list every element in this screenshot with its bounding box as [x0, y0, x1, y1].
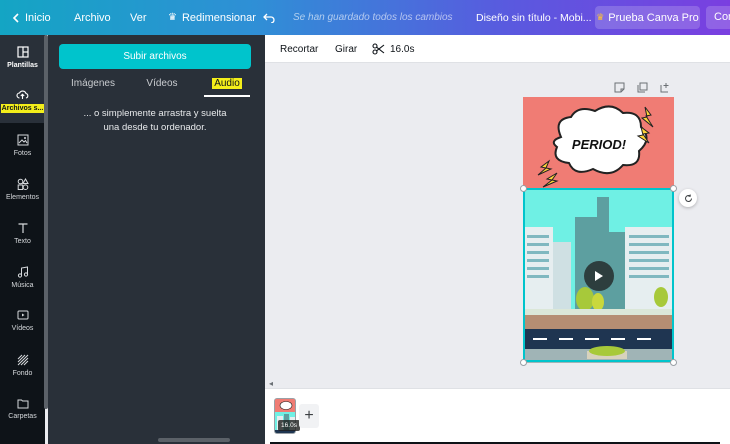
text-icon — [18, 222, 27, 233]
shapes-icon — [17, 177, 29, 190]
drop-hint: ... o simplemente arrastra y suelta una … — [59, 107, 251, 135]
file-menu[interactable]: Archivo — [74, 0, 111, 35]
sidebar-item-photos[interactable]: Fotos — [0, 123, 45, 167]
drop-hint-line1: ... o simplemente arrastra y suelta — [83, 108, 227, 119]
sidebar-item-label: Plantillas — [7, 61, 38, 69]
scissors-icon — [372, 43, 385, 55]
crown-icon: ♛ — [596, 12, 605, 22]
templates-icon — [16, 45, 29, 58]
trim-button[interactable]: 16.0s — [372, 35, 414, 63]
crop-button[interactable]: Recortar — [280, 35, 318, 63]
video-icon — [17, 310, 28, 320]
undo-button[interactable] — [263, 0, 275, 35]
save-status: Se han guardado todos los cambios — [293, 12, 453, 23]
resize-label: Redimensionar — [181, 11, 256, 24]
play-button[interactable] — [584, 261, 614, 291]
sidebar-item-folders[interactable]: Carpetas — [0, 387, 45, 431]
try-pro-button[interactable]: ♛ Prueba Canva Pro — [595, 6, 700, 29]
chevron-left-icon — [12, 12, 19, 23]
resize-handle[interactable] — [520, 359, 527, 366]
sidebar-item-background[interactable]: Fondo — [0, 343, 45, 387]
photo-icon — [17, 134, 28, 145]
panel-scrollbar[interactable] — [158, 438, 230, 442]
share-button[interactable]: Compartir — [706, 6, 730, 29]
resize-handle[interactable] — [670, 359, 677, 366]
resize-handle[interactable] — [670, 185, 677, 192]
editor-toolbar: Recortar Girar 16.0s — [265, 35, 730, 63]
sidebar-item-elements[interactable]: Elementos — [0, 167, 45, 211]
scroll-left-icon[interactable]: ◂ — [269, 379, 273, 388]
page-timeline: 16.0s + — [265, 388, 730, 444]
sidebar-item-uploads[interactable]: Archivos s... — [0, 79, 45, 123]
sidebar-item-label: Vídeos — [11, 325, 34, 332]
tab-audio[interactable]: Audio — [204, 77, 250, 97]
home-button[interactable]: Inicio — [12, 0, 51, 35]
sidebar-item-label: Texto — [14, 237, 31, 245]
resize-button[interactable]: ♛ Redimensionar — [168, 0, 256, 35]
add-page-top-button[interactable] — [660, 80, 671, 93]
tab-videos[interactable]: Vídeos — [139, 77, 185, 97]
sidebar-item-label: Música — [11, 281, 34, 289]
sidebar-rail: Plantillas Archivos s... Fotos Elementos… — [0, 35, 45, 444]
add-page-button[interactable]: + — [299, 404, 319, 428]
add-page-icon — [660, 83, 669, 93]
sidebar-item-label: Carpetas — [8, 413, 37, 420]
sidebar-item-label: Fotos — [13, 149, 32, 157]
rotate-button[interactable] — [679, 189, 697, 207]
upload-files-button[interactable]: Subir archivos — [59, 44, 251, 69]
add-note-button[interactable] — [614, 80, 625, 93]
tab-label: Vídeos — [146, 78, 178, 89]
thumbnail-duration: 16.0s — [278, 420, 300, 431]
flip-button[interactable]: Girar — [335, 35, 357, 63]
note-icon — [614, 82, 625, 93]
rotate-icon — [684, 194, 692, 202]
sparkle-icon: ♛ — [168, 12, 177, 23]
sidebar-item-label: Archivos s... — [0, 104, 45, 113]
top-bar: Inicio Archivo Ver ♛ Redimensionar Se ha… — [0, 0, 730, 35]
drop-hint-line2: una desde tu ordenador. — [103, 122, 207, 133]
sidebar-item-music[interactable]: Música — [0, 255, 45, 299]
tab-label: Imágenes — [71, 78, 115, 89]
design-canvas: PERIOD! ◂ — [265, 63, 730, 388]
resize-handle[interactable] — [520, 185, 527, 192]
background-icon — [17, 354, 28, 365]
sidebar-item-templates[interactable]: Plantillas — [0, 35, 45, 79]
sidebar-item-videos[interactable]: Vídeos — [0, 299, 45, 343]
duplicate-page-button[interactable] — [637, 80, 648, 93]
uploads-panel: Subir archivos Imágenes Vídeos Audio ...… — [48, 35, 265, 444]
duplicate-icon — [637, 82, 648, 93]
view-menu[interactable]: Ver — [130, 0, 147, 35]
home-label: Inicio — [25, 11, 51, 24]
sidebar-item-label: Fondo — [12, 369, 33, 377]
tab-label: Audio — [212, 78, 242, 89]
folder-icon — [17, 399, 28, 409]
duration-label: 16.0s — [390, 43, 415, 55]
try-pro-label: Prueba Canva Pro — [608, 11, 699, 24]
sticker-text: PERIOD! — [572, 137, 627, 152]
tab-images[interactable]: Imágenes — [67, 77, 119, 97]
undo-icon — [263, 13, 275, 23]
music-icon — [17, 265, 28, 278]
sidebar-item-text[interactable]: Texto — [0, 211, 45, 255]
view-menu-label: Ver — [130, 11, 147, 24]
upload-cloud-icon — [16, 90, 29, 99]
document-title[interactable]: Diseño sin título - Mobi... — [476, 0, 592, 35]
file-menu-label: Archivo — [74, 11, 111, 24]
media-tabs: Imágenes Vídeos Audio — [59, 77, 251, 97]
play-icon — [595, 271, 603, 281]
sidebar-item-label: Elementos — [5, 193, 40, 201]
